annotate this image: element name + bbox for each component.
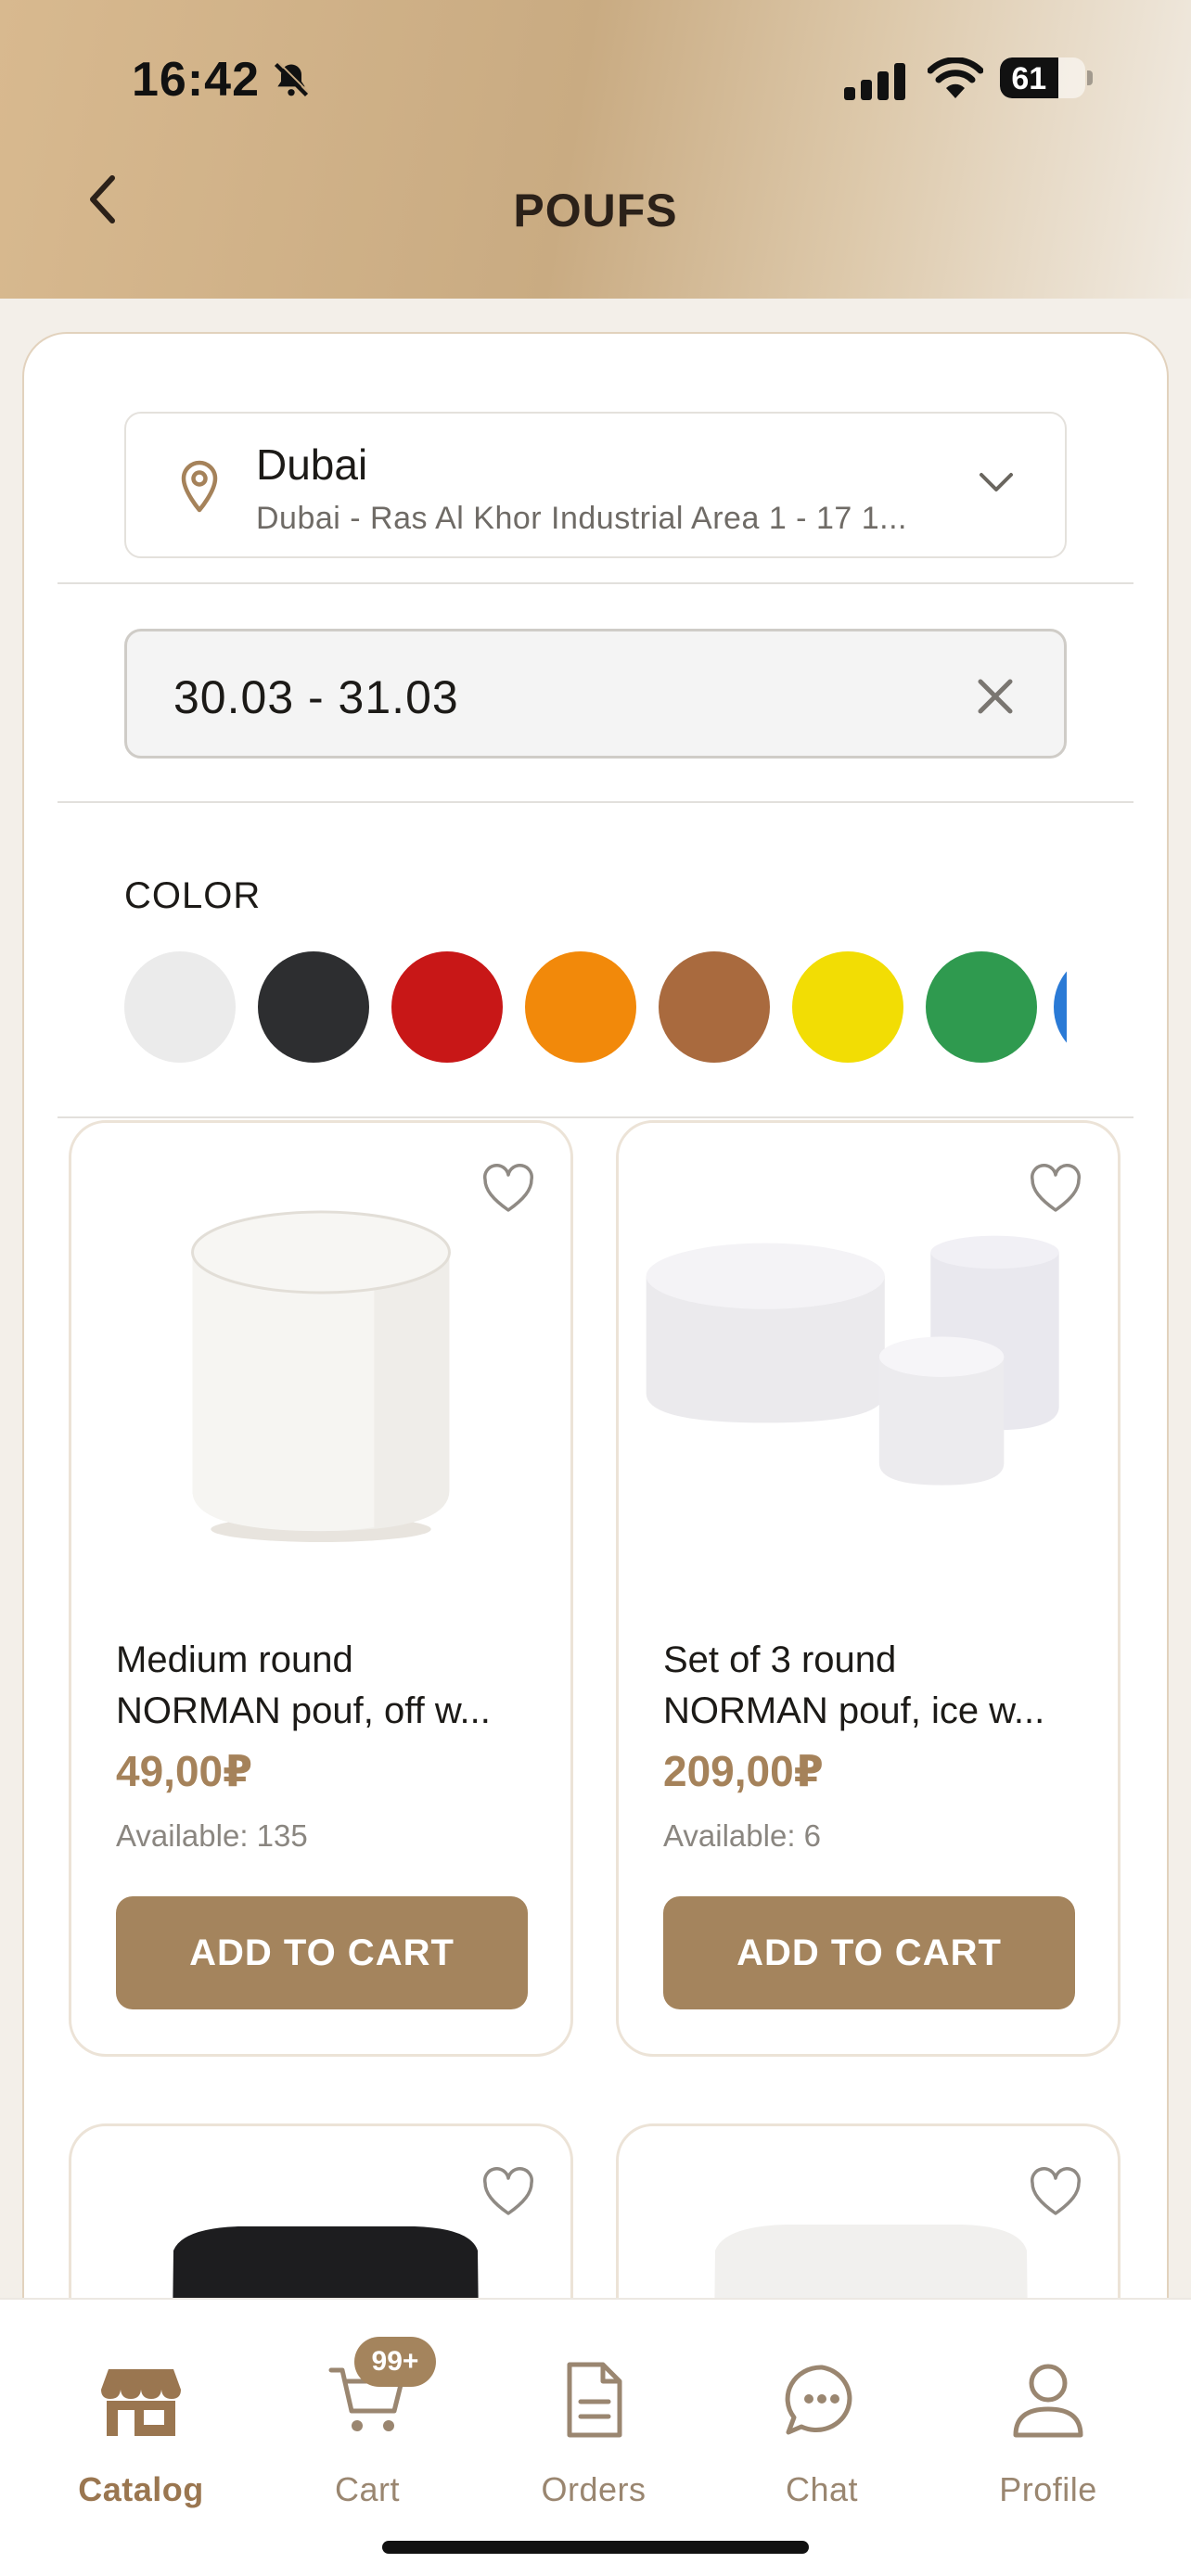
status-time: 16:42 [132,53,260,107]
tab-label: Chat [785,2470,859,2508]
tab-catalog[interactable]: Catalog [48,2355,234,2509]
page-title: POUFS [513,185,678,236]
add-to-cart-button[interactable]: ADD TO CART [116,1896,528,2009]
color-swatch-blue[interactable] [1054,951,1067,1063]
color-filter-label: COLOR [124,875,262,916]
document-icon [567,2362,622,2438]
cart-count-badge: 99+ [354,2337,436,2387]
color-swatch-list [124,950,1067,1065]
bell-muted-icon [274,61,310,97]
product-name-line: Medium round [116,1639,353,1680]
chevron-down-icon [980,473,1013,491]
bottom-tab-bar: Catalog Cart Orders Chat Profile [0,2298,1191,2576]
battery-cap [1087,70,1093,85]
color-swatch-black[interactable] [258,951,369,1063]
tab-label: Profile [999,2470,1097,2508]
home-indicator [382,2541,809,2554]
battery-indicator: 61 [1000,57,1085,98]
tab-label: Orders [541,2470,647,2508]
product-availability: Available: 135 [116,1818,308,1853]
location-selector[interactable]: Dubai Dubai - Ras Al Khor Industrial Are… [124,412,1067,558]
chat-bubble-icon [785,2365,852,2435]
product-name-line: Set of 3 round [663,1639,897,1680]
product-image [646,1235,1059,1486]
color-swatch-yellow[interactable] [792,951,903,1063]
product-availability: Available: 6 [663,1818,822,1853]
product-name: Medium round NORMAN pouf, off w... [116,1635,543,1737]
divider [58,1116,1133,1118]
color-swatch-red[interactable] [391,951,503,1063]
heart-icon[interactable] [481,2167,535,2217]
map-pin-icon [181,460,218,513]
date-range-field[interactable]: 30.03 - 31.03 [124,629,1067,759]
cellular-signal-icon [844,63,905,100]
battery-percent: 61 [1011,61,1047,96]
product-price: 49,00₽ [116,1747,253,1795]
product-image [191,1210,451,1542]
color-swatch-white[interactable] [124,951,236,1063]
location-city: Dubai [256,440,368,489]
product-card[interactable]: Medium round NORMAN pouf, off w... 49,00… [69,1120,573,2057]
wifi-icon [928,57,983,98]
tab-orders[interactable]: Orders [501,2355,686,2509]
color-swatch-green[interactable] [926,951,1037,1063]
divider [58,801,1133,803]
tab-label: Catalog [78,2470,204,2508]
tab-chat[interactable]: Chat [729,2355,915,2509]
tab-label: Cart [334,2470,400,2508]
product-name: Set of 3 round NORMAN pouf, ice w... [663,1635,1090,1737]
color-swatch-brown[interactable] [659,951,770,1063]
store-icon [101,2369,181,2436]
person-icon [1013,2364,1083,2438]
add-to-cart-button[interactable]: ADD TO CART [663,1896,1075,2009]
header-bar [0,0,1191,299]
tab-profile[interactable]: Profile [955,2355,1141,2509]
product-card[interactable]: Set of 3 round NORMAN pouf, ice w... 209… [616,1120,1121,2057]
product-name-line: NORMAN pouf, off w... [116,1690,491,1731]
divider [58,582,1133,584]
clear-date-button[interactable] [971,672,1019,721]
location-address: Dubai - Ras Al Khor Industrial Area 1 - … [256,501,907,536]
heart-icon[interactable] [1029,2167,1082,2217]
product-price: 209,00₽ [663,1747,824,1795]
product-name-line: NORMAN pouf, ice w... [663,1690,1045,1731]
date-range-value: 30.03 - 31.03 [173,671,459,723]
color-swatch-orange[interactable] [525,951,636,1063]
